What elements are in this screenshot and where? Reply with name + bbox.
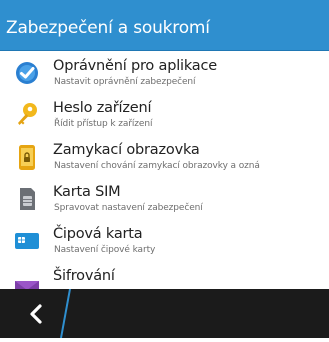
list-item-subtitle: Řídit přístup k zařízení: [54, 119, 153, 129]
bar-divider: [58, 288, 72, 339]
back-button[interactable]: [22, 299, 52, 329]
action-bar: [0, 288, 329, 339]
list-item-title: Karta SIM: [53, 184, 121, 200]
shield-check-icon: [13, 59, 41, 87]
list-item-title: Oprávnění pro aplikace: [53, 58, 217, 74]
smart-card-icon: [13, 227, 41, 255]
envelope-icon: [13, 269, 41, 289]
list-item-subtitle: Nastavit oprávnění zabezpečení: [54, 77, 196, 87]
list-item-app-permissions[interactable]: Oprávnění pro aplikace Nastavit oprávněn…: [0, 51, 329, 93]
list-item-title: Čipová karta: [53, 226, 143, 242]
list-item-title: Zamykací obrazovka: [53, 142, 200, 158]
list-item-title: Šifrování: [53, 268, 115, 284]
page-title: Zabezpečení a soukromí: [6, 18, 210, 38]
list-item-device-password[interactable]: Heslo zařízení Řídit přístup k zařízení: [0, 93, 329, 135]
list-item-subtitle: Nastavení čipové karty: [54, 245, 156, 255]
list-item-sim-card[interactable]: Karta SIM Spravovat nastavení zabezpečen…: [0, 177, 329, 219]
list-item-lock-screen[interactable]: Zamykací obrazovka Nastavení chování zam…: [0, 135, 329, 177]
title-bar: Zabezpečení a soukromí: [0, 0, 329, 51]
list-item-encryption[interactable]: Šifrování: [0, 261, 329, 289]
lock-screen-icon: [13, 143, 41, 171]
key-icon: [13, 101, 41, 129]
list-item-title: Heslo zařízení: [53, 100, 152, 116]
list-item-subtitle: Spravovat nastavení zabezpečení: [54, 203, 203, 213]
list-item-subtitle: Nastavení chování zamykací obrazovky a o…: [54, 161, 260, 171]
list-item-smart-card[interactable]: Čipová karta Nastavení čipové karty: [0, 219, 329, 261]
sim-card-icon: [13, 185, 41, 213]
settings-list: Oprávnění pro aplikace Nastavit oprávněn…: [0, 51, 329, 289]
back-icon: [30, 304, 42, 324]
